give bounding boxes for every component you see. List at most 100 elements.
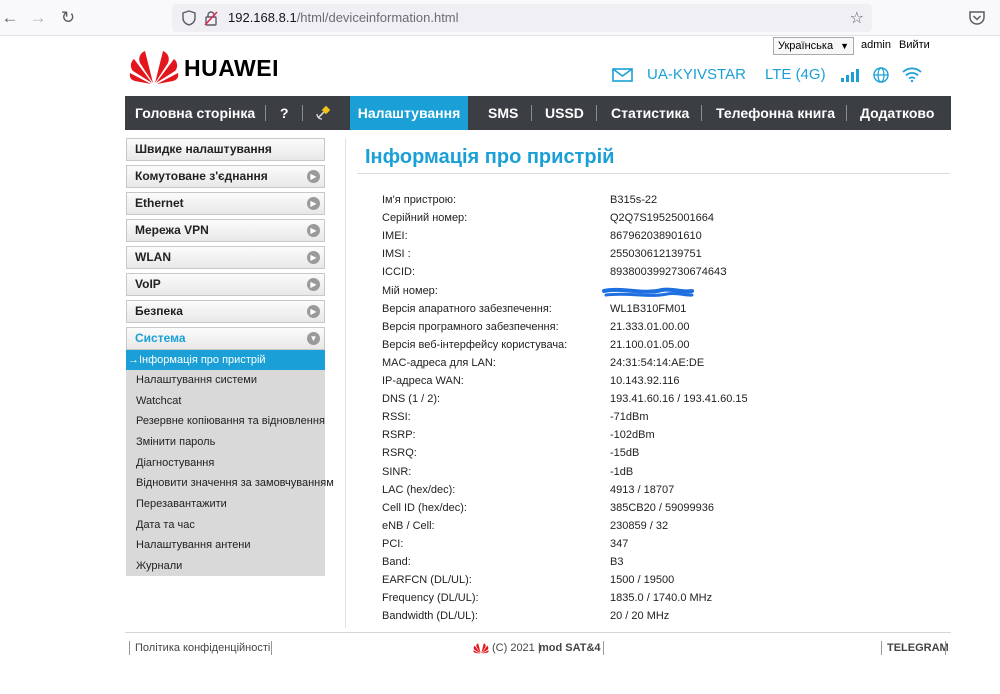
- shield-icon[interactable]: [182, 10, 196, 26]
- tab-settings[interactable]: Налаштування: [350, 96, 468, 130]
- info-value: WL1B310FM01: [610, 303, 687, 315]
- nav-divider: [531, 105, 532, 121]
- mail-icon[interactable]: [612, 68, 633, 82]
- info-value: -15dB: [610, 447, 640, 459]
- language-value: Українська: [778, 40, 834, 52]
- copyright-text: (C) 2021 |: [492, 642, 541, 654]
- tab-sms[interactable]: SMS: [488, 96, 518, 130]
- sidebar-item-dialup[interactable]: Комутоване з'єднання ▶: [126, 165, 325, 188]
- submenu-device-info[interactable]: →Інформація про пристрій: [126, 350, 325, 370]
- url-host: 192.168.8.1: [228, 10, 297, 25]
- insecure-lock-icon[interactable]: [204, 10, 218, 26]
- footer-divider: [125, 632, 951, 633]
- tab-help[interactable]: ?: [280, 96, 289, 130]
- info-label: MAC-адреса для LAN:: [382, 357, 496, 369]
- tab-phonebook[interactable]: Телефонна книга: [716, 96, 835, 130]
- sidebar-item-label: Комутоване з'єднання: [135, 169, 268, 183]
- pocket-icon[interactable]: [968, 9, 986, 27]
- reload-icon[interactable]: ↻: [58, 8, 78, 28]
- forward-icon[interactable]: →: [28, 8, 48, 28]
- info-value: 21.100.01.05.00: [610, 339, 690, 351]
- chevron-down-icon: ▼: [307, 332, 320, 345]
- tab-ussd[interactable]: USSD: [545, 96, 584, 130]
- footer-separator: [129, 641, 130, 655]
- sidebar-item-label: Швидке налаштування: [135, 142, 272, 156]
- globe-icon[interactable]: [873, 67, 889, 83]
- tab-advanced[interactable]: Додатково: [860, 96, 934, 130]
- info-label: RSRQ:: [382, 447, 417, 459]
- submenu-change-password[interactable]: Змінити пароль: [126, 432, 325, 452]
- address-bar[interactable]: 192.168.8.1/html/deviceinformation.html …: [172, 4, 872, 32]
- back-icon[interactable]: ←: [0, 8, 20, 28]
- sidebar-item-voip[interactable]: VoIP ▶: [126, 273, 325, 296]
- info-label: IP-адреса WAN:: [382, 375, 464, 387]
- info-label: RSSI:: [382, 411, 411, 423]
- url-path: /html/deviceinformation.html: [296, 10, 459, 25]
- sidebar-item-ethernet[interactable]: Ethernet ▶: [126, 192, 325, 215]
- info-value: -102dBm: [610, 429, 655, 441]
- url-text[interactable]: 192.168.8.1/html/deviceinformation.html: [228, 10, 459, 25]
- info-value: -1dB: [610, 466, 634, 478]
- info-label: Frequency (DL/UL):: [382, 592, 479, 604]
- info-label: Мій номер:: [382, 285, 438, 297]
- huawei-small-logo-icon: [473, 643, 489, 654]
- info-value: 1500 / 19500: [610, 574, 675, 586]
- submenu-restore-defaults[interactable]: Відновити значення за замовчуванням: [126, 473, 334, 493]
- info-value: 21.333.01.00.00: [610, 321, 690, 333]
- info-label: eNB / Cell:: [382, 520, 435, 532]
- chevron-down-icon: ▼: [840, 41, 849, 51]
- sidebar-item-system[interactable]: Система ▼: [126, 327, 325, 350]
- submenu-antenna-settings[interactable]: Налаштування антени: [126, 535, 325, 555]
- submenu-watchcat[interactable]: Watchcat: [126, 391, 325, 411]
- tab-update[interactable]: [315, 96, 333, 130]
- submenu-date-time[interactable]: Дата та час: [126, 515, 325, 535]
- sidebar-item-label: WLAN: [135, 250, 171, 264]
- info-label: Серійний номер:: [382, 212, 468, 224]
- sidebar-item-wlan[interactable]: WLAN ▶: [126, 246, 325, 269]
- mod-label: mod SAT&4: [539, 642, 601, 654]
- huawei-logo-icon[interactable]: [129, 47, 179, 85]
- submenu-reboot[interactable]: Перезавантажити: [126, 494, 325, 514]
- tab-home[interactable]: Головна сторінка: [135, 96, 255, 130]
- telegram-link[interactable]: TELEGRAM: [887, 642, 949, 654]
- page-title: Інформація про пристрій: [365, 146, 615, 168]
- brand-name: HUAWEI: [184, 55, 279, 81]
- info-label: PCI:: [382, 538, 404, 550]
- language-select[interactable]: Українська ▼: [773, 37, 854, 55]
- footer-separator: [945, 641, 946, 655]
- submenu-diagnostics[interactable]: Діагностування: [126, 453, 325, 473]
- sidebar-item-vpn[interactable]: Мережа VPN ▶: [126, 219, 325, 242]
- tab-statistics[interactable]: Статистика: [611, 96, 689, 130]
- nav-divider: [701, 105, 702, 121]
- chevron-right-icon: ▶: [307, 305, 320, 318]
- info-value: 24:31:54:14:AE:DE: [610, 357, 705, 369]
- submenu-label: Інформація про пристрій: [139, 354, 266, 366]
- info-label: RSRP:: [382, 429, 416, 441]
- chevron-right-icon: ▶: [307, 251, 320, 264]
- info-value: 4913 / 18707: [610, 484, 675, 496]
- nav-divider: [846, 105, 847, 121]
- browser-toolbar: ← → ↻ 192.168.8.1/html/deviceinformation…: [0, 0, 1000, 36]
- main-nav: Головна сторінка ? Налаштування SMS USSD…: [125, 96, 951, 130]
- satellite-icon: [316, 105, 331, 120]
- content-divider: [345, 138, 346, 628]
- privacy-link[interactable]: Політика конфіденційності: [135, 642, 270, 654]
- logout-link[interactable]: Вийти: [899, 39, 930, 51]
- info-value: 893800399273067464З: [610, 266, 727, 278]
- info-label: LAC (hex/dec):: [382, 484, 456, 496]
- title-divider: [357, 173, 950, 174]
- signal-strength-icon: [841, 69, 859, 82]
- redaction-scribble: [602, 287, 694, 297]
- submenu-system-settings[interactable]: Налаштування системи: [126, 370, 325, 390]
- system-submenu: →Інформація про пристрій Налаштування си…: [126, 350, 334, 576]
- sidebar-item-security[interactable]: Безпека ▶: [126, 300, 325, 323]
- sidebar-item-label: VoIP: [135, 277, 161, 291]
- sidebar-item-quick-setup[interactable]: Швидке налаштування: [126, 138, 325, 161]
- bookmark-star-icon[interactable]: ☆: [850, 8, 864, 28]
- wifi-icon[interactable]: [902, 67, 922, 82]
- submenu-backup[interactable]: Резервне копіювання та відновлення: [126, 411, 325, 431]
- info-label: IMEI:: [382, 230, 408, 242]
- submenu-logs[interactable]: Журнали: [126, 556, 325, 576]
- info-value: 230859 / 32: [610, 520, 669, 532]
- info-label: Band:: [382, 556, 411, 568]
